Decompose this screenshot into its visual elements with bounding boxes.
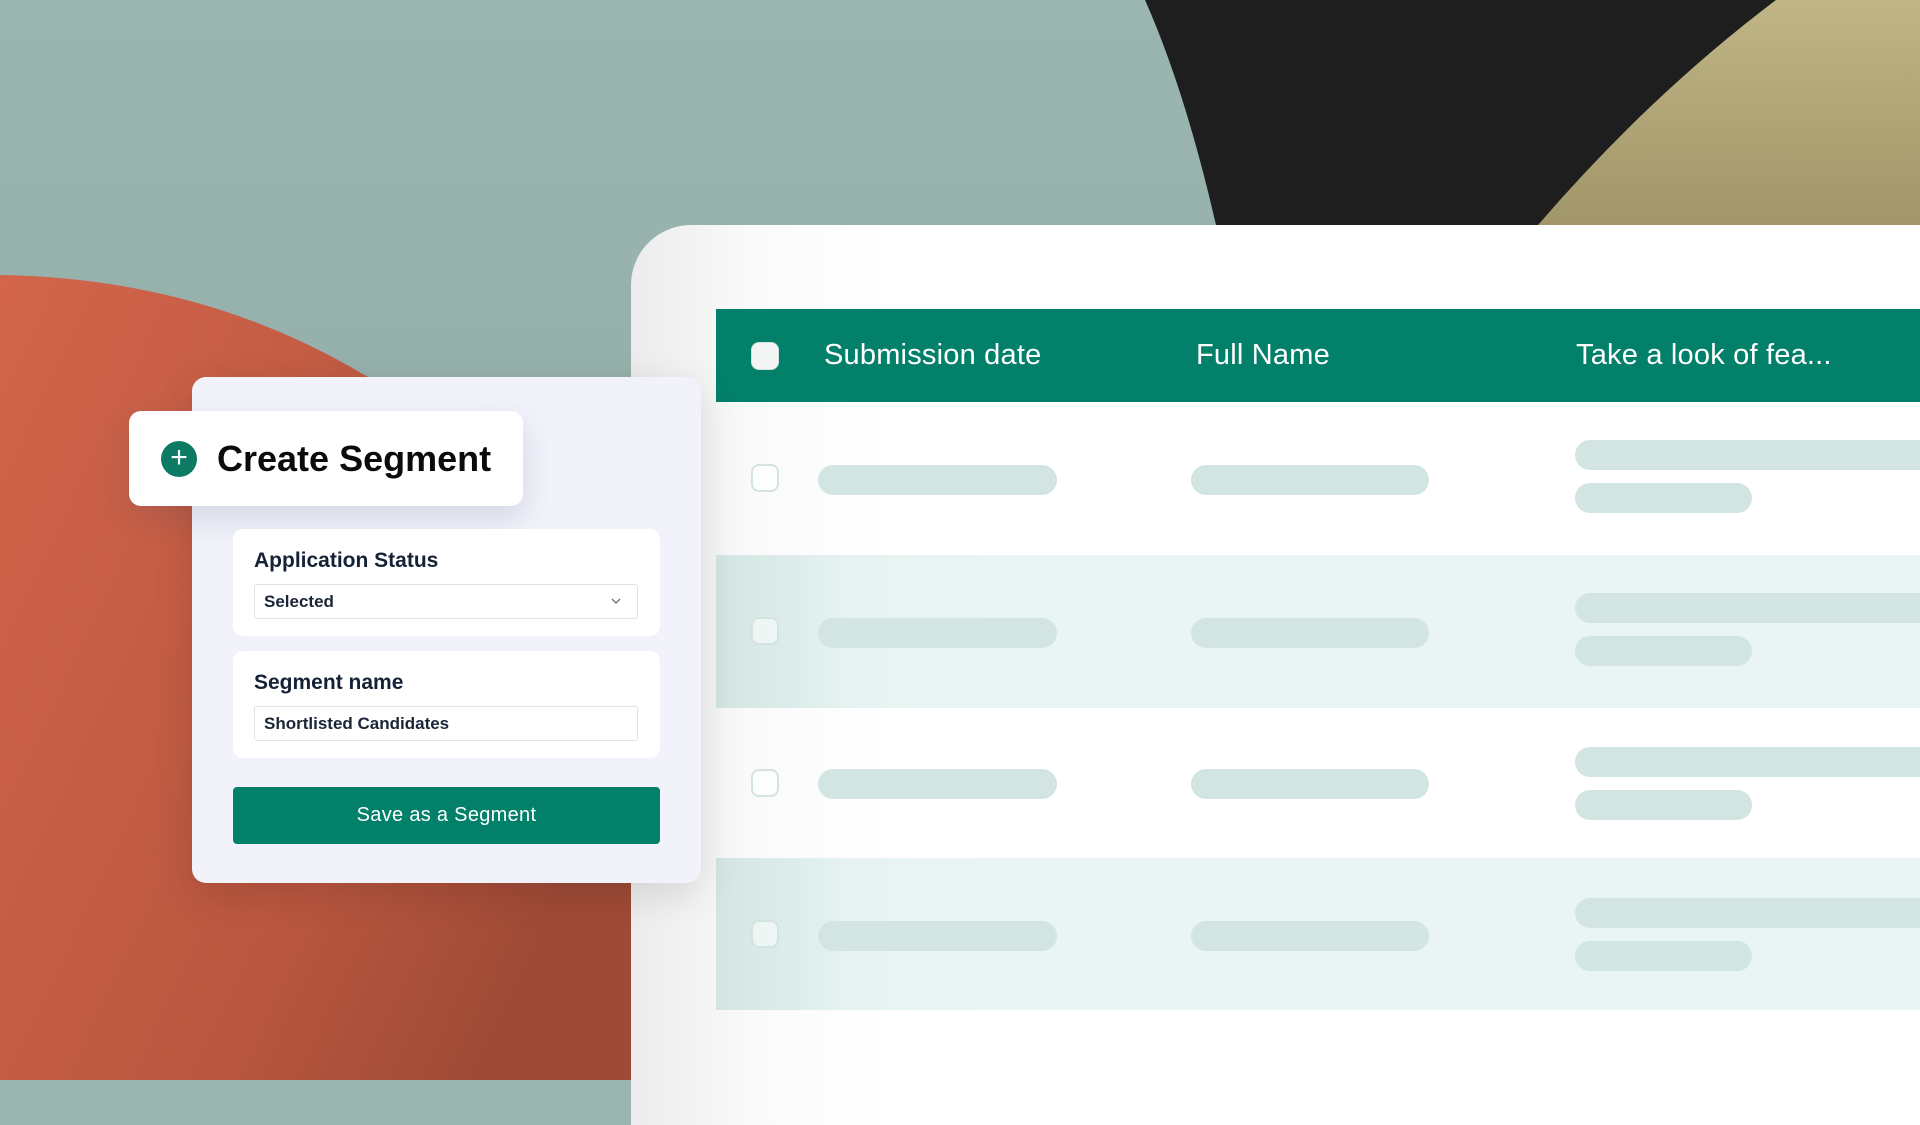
row-checkbox[interactable] <box>751 464 779 492</box>
chevron-down-icon <box>611 598 621 604</box>
row-checkbox[interactable] <box>751 617 779 645</box>
table-row[interactable] <box>716 402 1920 555</box>
segment-name-value: Shortlisted Candidates <box>264 714 450 733</box>
skeleton-feature-line-1 <box>1575 593 1920 623</box>
skeleton-feature-line-1 <box>1575 440 1920 470</box>
skeleton-feature-line-1 <box>1575 747 1920 777</box>
application-status-select[interactable]: Selected <box>254 584 638 619</box>
select-all-checkbox[interactable] <box>751 342 779 370</box>
skeleton-feature-line-2 <box>1575 636 1752 666</box>
segment-name-card: Segment name Shortlisted Candidates <box>233 651 660 758</box>
plus-circle-icon: + <box>161 441 197 477</box>
skeleton-full-name <box>1191 618 1429 648</box>
skeleton-submission-date <box>818 618 1057 648</box>
row-checkbox[interactable] <box>751 769 779 797</box>
row-checkbox[interactable] <box>751 920 779 948</box>
column-header-full-name[interactable]: Full Name <box>1196 309 1330 402</box>
skeleton-feature-line-2 <box>1575 941 1752 971</box>
save-as-segment-button[interactable]: Save as a Segment <box>233 787 660 844</box>
skeleton-full-name <box>1191 769 1429 799</box>
skeleton-full-name <box>1191 465 1429 495</box>
skeleton-submission-date <box>818 465 1057 495</box>
application-status-card: Application Status Selected <box>233 529 660 636</box>
segment-name-label: Segment name <box>254 671 404 694</box>
table-header: Submission date Full Name Take a look of… <box>716 309 1920 402</box>
column-header-take-a-look[interactable]: Take a look of fea... <box>1576 309 1832 402</box>
skeleton-full-name <box>1191 921 1429 951</box>
skeleton-feature-line-2 <box>1575 790 1752 820</box>
skeleton-feature-line-2 <box>1575 483 1752 513</box>
table-row[interactable] <box>716 555 1920 708</box>
skeleton-submission-date <box>818 769 1057 799</box>
skeleton-submission-date <box>818 921 1057 951</box>
skeleton-feature-line-1 <box>1575 898 1920 928</box>
application-status-label: Application Status <box>254 549 439 572</box>
create-segment-header: + Create Segment <box>129 411 523 506</box>
application-status-value: Selected <box>264 592 334 611</box>
panel-title: Create Segment <box>217 438 492 479</box>
table-row[interactable] <box>716 708 1920 858</box>
table-row[interactable] <box>716 858 1920 1010</box>
column-header-submission-date[interactable]: Submission date <box>824 309 1041 402</box>
segment-name-input[interactable]: Shortlisted Candidates <box>254 706 638 741</box>
